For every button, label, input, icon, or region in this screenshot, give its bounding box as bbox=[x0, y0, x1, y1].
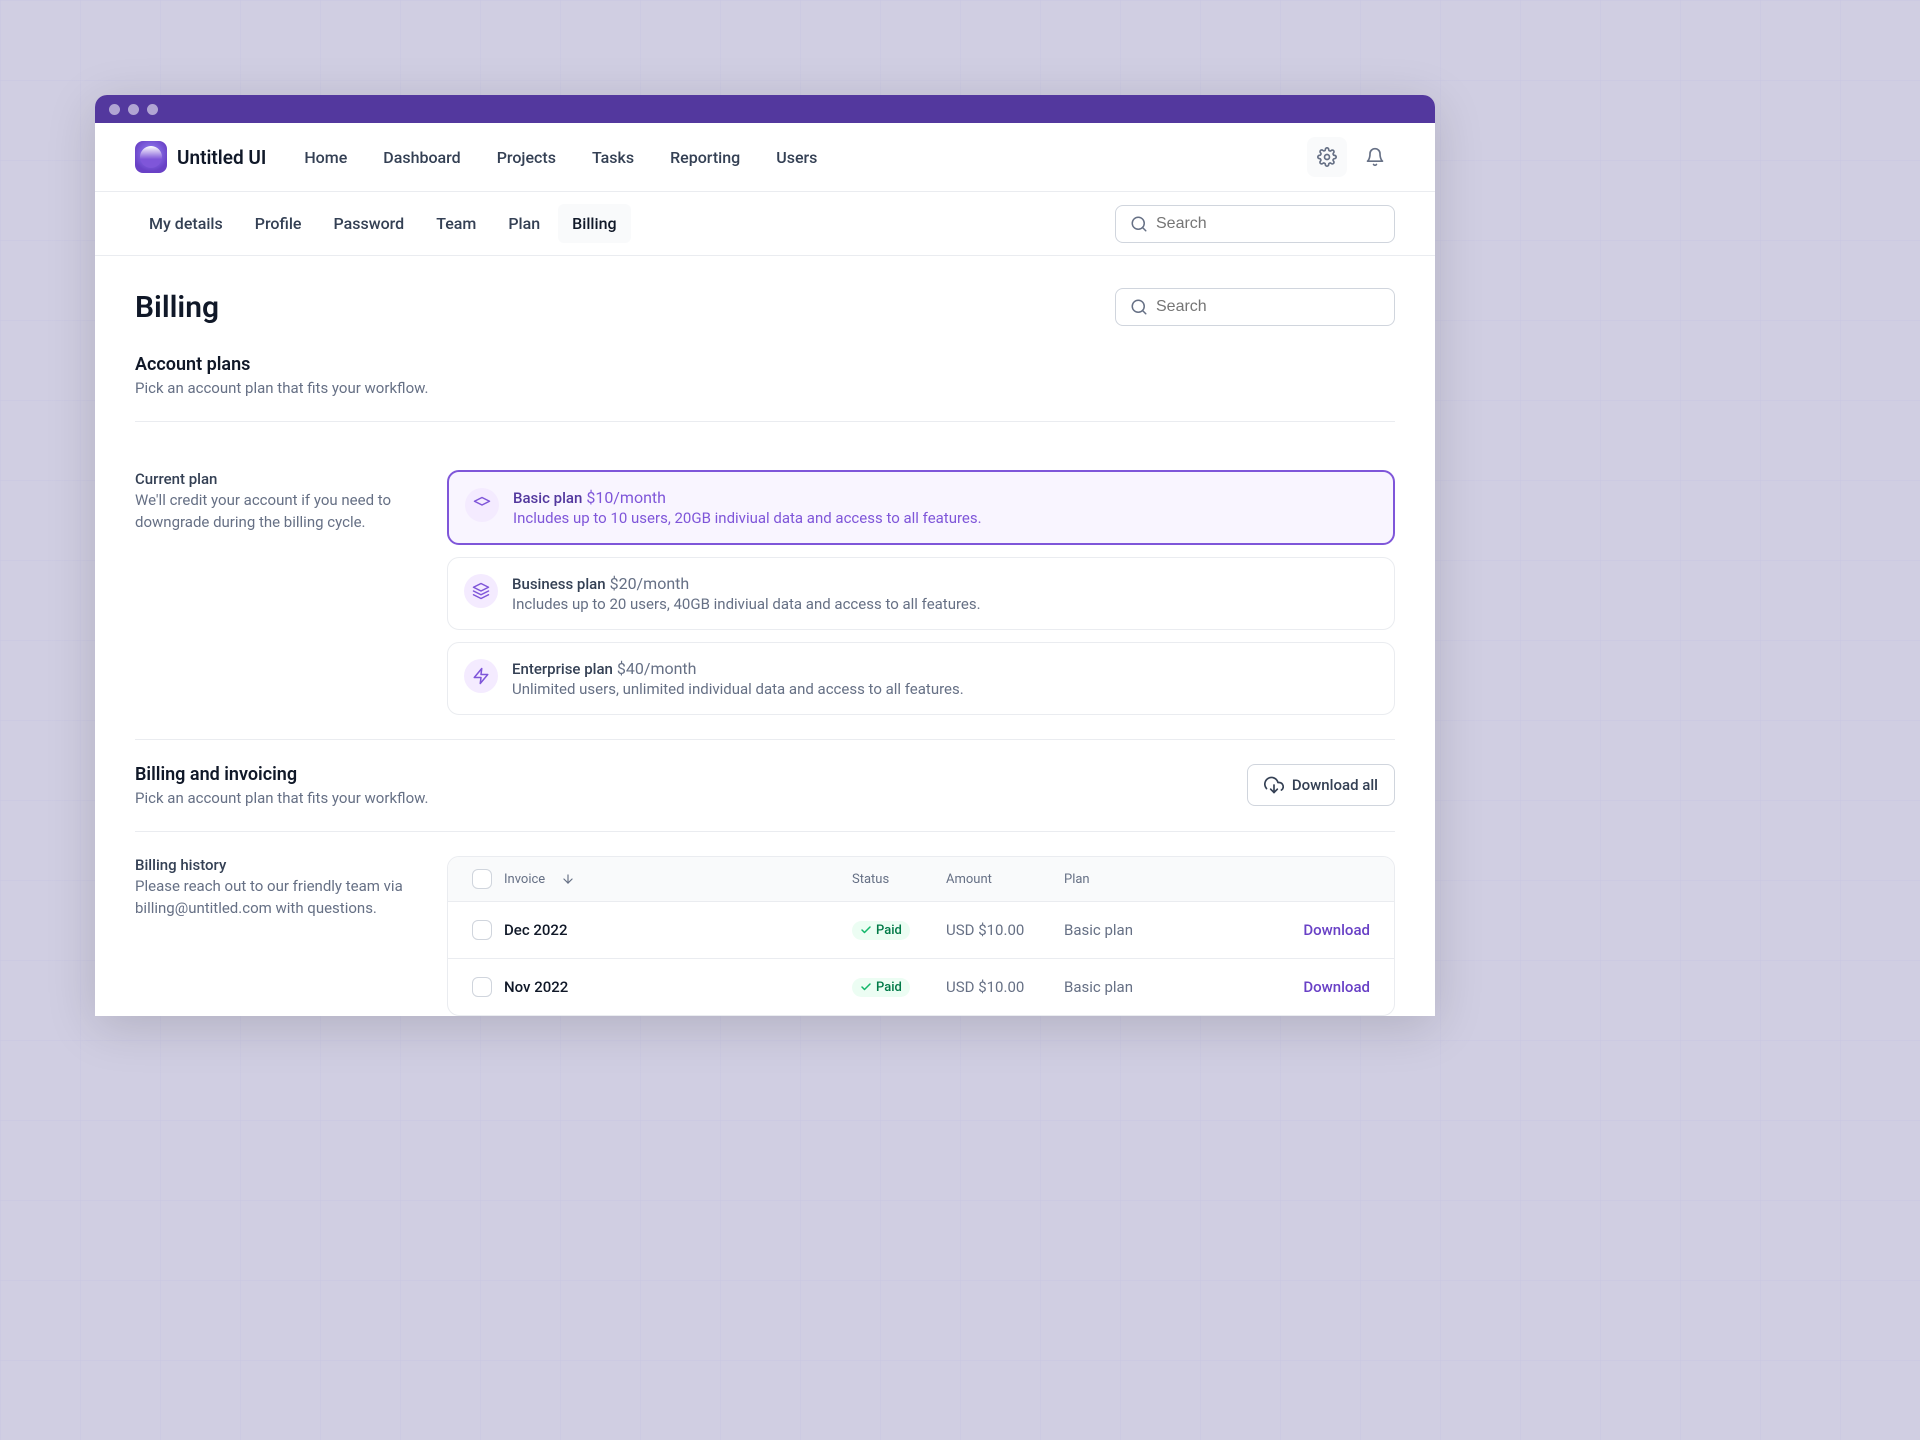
status-badge: Paid bbox=[852, 978, 910, 997]
billing-section-subtitle: Pick an account plan that fits your work… bbox=[135, 789, 428, 807]
bell-icon bbox=[1365, 147, 1385, 167]
table-header: Invoice Status Amount Plan bbox=[448, 857, 1394, 902]
table-row: Nov 2022 Paid USD $10.00Basic planDownload bbox=[448, 959, 1394, 1015]
billing-section-title: Billing and invoicing bbox=[135, 764, 428, 785]
invoice-plan: Basic plan bbox=[1064, 978, 1170, 996]
download-all-label: Download all bbox=[1292, 776, 1378, 794]
notifications-button[interactable] bbox=[1355, 137, 1395, 177]
billing-table: Invoice Status Amount Plan Dec 2022 Paid U… bbox=[447, 856, 1395, 1016]
select-all-checkbox[interactable] bbox=[472, 869, 492, 889]
current-plan-label: Current plan bbox=[135, 470, 415, 488]
download-link[interactable]: Download bbox=[1170, 978, 1370, 996]
invoice-name: Nov 2022 bbox=[504, 978, 568, 996]
tab-profile[interactable]: Profile bbox=[241, 204, 316, 243]
history-note: Please reach out to our friendly team vi… bbox=[135, 876, 415, 920]
gear-icon bbox=[1317, 147, 1337, 167]
plan-name: Enterprise plan bbox=[512, 660, 613, 678]
page-search-input[interactable] bbox=[1156, 298, 1380, 316]
minimize-icon[interactable] bbox=[128, 104, 139, 115]
row-checkbox[interactable] bbox=[472, 977, 492, 997]
search-input[interactable] bbox=[1156, 215, 1380, 233]
plan-desc: Includes up to 20 users, 40GB indiviual … bbox=[512, 595, 981, 613]
current-plan-note: We'll credit your account if you need to… bbox=[135, 490, 415, 534]
nav-dashboard[interactable]: Dashboard bbox=[371, 140, 472, 175]
top-nav: Untitled UI Home Dashboard Projects Task… bbox=[95, 123, 1435, 192]
plan-price: $20/month bbox=[610, 574, 690, 593]
nav-projects[interactable]: Projects bbox=[485, 140, 568, 175]
plan-desc: Unlimited users, unlimited individual da… bbox=[512, 680, 964, 698]
invoice-plan: Basic plan bbox=[1064, 921, 1170, 939]
th-status: Status bbox=[852, 872, 946, 887]
layers-icon bbox=[464, 659, 498, 693]
page-search[interactable] bbox=[1115, 288, 1395, 326]
search-icon bbox=[1130, 215, 1148, 233]
th-plan: Plan bbox=[1064, 872, 1170, 887]
plan-price: $10/month bbox=[586, 488, 666, 507]
plan-card-2[interactable]: Enterprise plan $40/month Unlimited users… bbox=[447, 642, 1395, 715]
brand-name: Untitled UI bbox=[177, 146, 266, 169]
tab-password[interactable]: Password bbox=[319, 204, 418, 243]
plan-price: $40/month bbox=[617, 659, 697, 678]
plan-card-0[interactable]: Basic plan $10/month Includes up to 10 us… bbox=[447, 470, 1395, 545]
app-window: Untitled UI Home Dashboard Projects Task… bbox=[95, 95, 1435, 1016]
nav-tasks[interactable]: Tasks bbox=[580, 140, 646, 175]
th-invoice[interactable]: Invoice bbox=[504, 872, 545, 887]
account-plans-subtitle: Pick an account plan that fits your work… bbox=[135, 379, 1395, 397]
maximize-icon[interactable] bbox=[147, 104, 158, 115]
tab-plan[interactable]: Plan bbox=[494, 204, 554, 243]
invoice-amount: USD $10.00 bbox=[946, 921, 1064, 939]
nav-users[interactable]: Users bbox=[764, 140, 829, 175]
logo-icon bbox=[135, 141, 167, 173]
plan-card-1[interactable]: Business plan $20/month Includes up to 20… bbox=[447, 557, 1395, 630]
close-icon[interactable] bbox=[109, 104, 120, 115]
status-badge: Paid bbox=[852, 921, 910, 940]
row-checkbox[interactable] bbox=[472, 920, 492, 940]
tab-billing[interactable]: Billing bbox=[558, 204, 630, 243]
history-label: Billing history bbox=[135, 856, 415, 874]
layers-icon bbox=[465, 488, 499, 522]
account-plans-title: Account plans bbox=[135, 354, 1395, 375]
tab-team[interactable]: Team bbox=[422, 204, 490, 243]
plan-name: Business plan bbox=[512, 575, 606, 593]
search-icon bbox=[1130, 298, 1148, 316]
download-cloud-icon bbox=[1264, 775, 1284, 795]
invoice-name: Dec 2022 bbox=[504, 921, 568, 939]
titlebar bbox=[95, 95, 1435, 123]
content: Billing Account plans Pick an account pl… bbox=[95, 256, 1435, 1016]
download-link[interactable]: Download bbox=[1170, 921, 1370, 939]
download-all-button[interactable]: Download all bbox=[1247, 764, 1395, 806]
nav-home[interactable]: Home bbox=[292, 140, 359, 175]
plan-desc: Includes up to 10 users, 20GB indiviual … bbox=[513, 509, 982, 527]
th-amount: Amount bbox=[946, 872, 1064, 887]
settings-button[interactable] bbox=[1307, 137, 1347, 177]
tab-my-details[interactable]: My details bbox=[135, 204, 237, 243]
plan-name: Basic plan bbox=[513, 489, 582, 507]
sort-down-icon bbox=[561, 872, 575, 886]
subnav-search[interactable] bbox=[1115, 205, 1395, 243]
table-row: Dec 2022 Paid USD $10.00Basic planDownload bbox=[448, 902, 1394, 959]
brand: Untitled UI bbox=[135, 141, 266, 173]
layers-icon bbox=[464, 574, 498, 608]
page-title: Billing bbox=[135, 290, 219, 325]
sub-nav: My details Profile Password Team Plan Bi… bbox=[95, 192, 1435, 256]
nav-reporting[interactable]: Reporting bbox=[658, 140, 752, 175]
invoice-amount: USD $10.00 bbox=[946, 978, 1064, 996]
